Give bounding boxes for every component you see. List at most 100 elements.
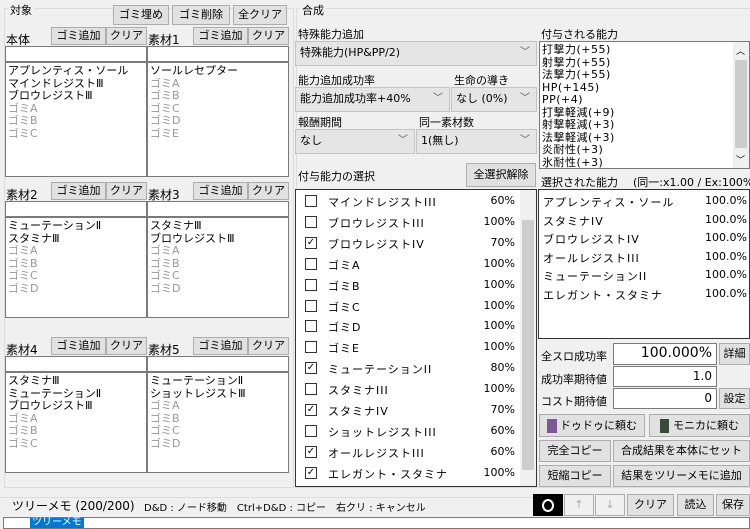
granted-scrollbar[interactable]: ︿ ﹀	[733, 42, 749, 168]
full-copy-button[interactable]: 完全コピー	[539, 440, 611, 462]
add-trash-button[interactable]: ゴミ追加	[193, 337, 248, 355]
slot-input[interactable]	[147, 46, 289, 62]
checkbox-icon[interactable]	[305, 257, 317, 270]
ability-option[interactable]: ✓ ブロウレジストIV 70%	[305, 233, 515, 253]
ability-option[interactable]: マインドレジストIII 60%	[305, 191, 515, 211]
slot-item[interactable]: ゴミD	[148, 282, 288, 296]
deselect-all-button[interactable]: 全選択解除	[466, 163, 536, 187]
checkbox-checked-icon[interactable]: ✓	[305, 362, 317, 375]
slot-input[interactable]	[5, 201, 147, 217]
scrollbar-thumb[interactable]	[522, 220, 534, 470]
selected-item[interactable]: スタミナIV 100.0%	[543, 213, 749, 232]
ability-option[interactable]: ブロウレジストIII 100%	[305, 212, 515, 232]
slot-clear-button[interactable]: クリア	[106, 337, 147, 355]
checkbox-icon[interactable]	[305, 320, 317, 333]
ask-monica-button[interactable]: モニカに頼む	[649, 414, 750, 437]
slot-item[interactable]: スタミナⅢ	[6, 374, 146, 388]
ability-option[interactable]: ゴミD 100%	[305, 316, 515, 336]
selected-item[interactable]: オールレジストIII 100.0%	[543, 250, 749, 269]
slot-item[interactable]: ミューテーションⅡ	[6, 219, 146, 233]
checkbox-checked-icon[interactable]: ✓	[305, 236, 317, 249]
slot-item[interactable]: ゴミC	[6, 437, 146, 451]
checkbox-icon[interactable]	[305, 299, 317, 312]
slot-item[interactable]: ゴミA	[6, 244, 146, 258]
ability-option[interactable]: スタミナIII 100%	[305, 379, 515, 399]
scrollbar-thumb[interactable]	[735, 60, 747, 148]
slot-item[interactable]: ゴミA	[148, 244, 288, 258]
ability-option[interactable]: ゴミA 100%	[305, 254, 515, 274]
slot-clear-button[interactable]: クリア	[106, 182, 147, 200]
delete-trash-button[interactable]: ゴミ削除	[172, 5, 230, 25]
short-copy-button[interactable]: 短縮コピー	[539, 465, 611, 487]
reward-select[interactable]: なし ﹀	[295, 129, 415, 154]
checkbox-checked-icon[interactable]: ✓	[305, 445, 317, 458]
scroll-down-icon[interactable]: ﹀	[736, 153, 745, 166]
slot-clear-button[interactable]: クリア	[248, 27, 289, 45]
slot-item[interactable]: ゴミC	[6, 127, 146, 141]
add-trash-button[interactable]: ゴミ追加	[193, 182, 248, 200]
slot-list[interactable]: スタミナⅢ ミューテーションⅡ ブロウレジストⅢ ゴミA ゴミB ゴミC	[5, 372, 147, 473]
slot-input[interactable]	[147, 201, 289, 217]
detail-button[interactable]: 詳細	[719, 343, 750, 365]
checkbox-icon[interactable]	[305, 341, 317, 354]
slot-input[interactable]	[5, 46, 147, 62]
slot-item[interactable]: スタミナⅢ	[148, 219, 288, 233]
slot-input[interactable]	[147, 356, 289, 372]
camera-icon[interactable]	[533, 494, 563, 516]
add-trash-button[interactable]: ゴミ追加	[193, 27, 248, 45]
slot-item[interactable]: ゴミB	[6, 114, 146, 128]
slot-list[interactable]: ミューテーションⅡ ショットレジストⅢ ゴミA ゴミB ゴミC ゴミD	[147, 372, 289, 473]
slot-item[interactable]: ゴミC	[148, 424, 288, 438]
slot-input[interactable]	[5, 356, 147, 372]
slot-clear-button[interactable]: クリア	[248, 182, 289, 200]
add-tree-button[interactable]: 結果をツリーメモに追加	[613, 465, 750, 487]
move-up-button[interactable]: ↑	[564, 494, 594, 516]
selected-item[interactable]: エレガント・スタミナ 100.0%	[543, 287, 749, 306]
tree-load-button[interactable]: 読込	[677, 494, 714, 516]
slot-item[interactable]: ゴミB	[6, 424, 146, 438]
slot-item[interactable]: アプレンティス・ソール	[6, 64, 146, 78]
tree-node-root[interactable]: ツリーメモ	[30, 518, 84, 528]
ability-option[interactable]: ✓ ミューテーションII 80%	[305, 358, 515, 378]
checkbox-checked-icon[interactable]: ✓	[305, 404, 317, 416]
slot-item[interactable]: ミューテーションⅡ	[148, 374, 288, 388]
same-select[interactable]: 1(無し) ﹀	[416, 129, 537, 154]
slot-item[interactable]: ゴミE	[148, 127, 288, 141]
checkbox-icon[interactable]	[305, 215, 317, 228]
tree-view[interactable]: ツリーメモ	[3, 517, 750, 529]
slot-item[interactable]: ゴミC	[6, 269, 146, 283]
special-select[interactable]: 特殊能力(HP&PP/2) ﹀	[295, 41, 537, 66]
fill-trash-button[interactable]: ゴミ埋め	[113, 5, 169, 25]
add-trash-button[interactable]: ゴミ追加	[51, 337, 106, 355]
scroll-up-icon[interactable]: ︿	[736, 44, 745, 57]
checkbox-icon[interactable]	[305, 424, 317, 437]
ability-option[interactable]: ゴミB 100%	[305, 275, 515, 295]
slot-item[interactable]: ゴミD	[6, 282, 146, 296]
checkbox-checked-icon[interactable]: ✓	[305, 466, 317, 479]
ability-option[interactable]: ✓ オールレジストIII 60%	[305, 442, 515, 462]
slot-item[interactable]: ゴミD	[148, 437, 288, 451]
slot-list[interactable]: ソールレセプター ゴミA ゴミB ゴミC ゴミD ゴミE	[147, 62, 289, 177]
ability-option[interactable]: ゴミC 100%	[305, 296, 515, 316]
clear-all-button[interactable]: 全クリア	[233, 5, 287, 25]
slot-clear-button[interactable]: クリア	[106, 27, 147, 45]
slot-clear-button[interactable]: クリア	[248, 337, 289, 355]
slot-item[interactable]: ソールレセプター	[148, 64, 288, 78]
ability-option[interactable]: ゴミE 100%	[305, 337, 515, 357]
slot-item[interactable]: ゴミC	[148, 269, 288, 283]
add-trash-button[interactable]: ゴミ追加	[51, 182, 106, 200]
ability-option[interactable]: ✓ スタミナIV 70%	[305, 400, 515, 420]
checkbox-icon[interactable]	[305, 278, 317, 291]
slot-list[interactable]: アプレンティス・ソール マインドレジストⅢ ブロウレジストⅢ ゴミA ゴミB ゴミC	[5, 62, 147, 177]
settings-button[interactable]: 設定	[719, 388, 750, 409]
ask-dudu-button[interactable]: ドゥドゥに頼む	[539, 414, 645, 437]
checkbox-icon[interactable]	[305, 383, 317, 396]
set-result-button[interactable]: 合成結果を本体にセット	[613, 440, 750, 462]
slot-item[interactable]: ブロウレジストⅢ	[6, 89, 146, 103]
ability-option[interactable]: ショットレジストIII 60%	[305, 421, 515, 441]
slot-item[interactable]: ゴミA	[148, 399, 288, 413]
tree-clear-button[interactable]: クリア	[627, 494, 674, 516]
move-down-button[interactable]: ↓	[595, 494, 625, 516]
selected-item[interactable]: ブロウレジストIV 100.0%	[543, 231, 749, 250]
slot-item[interactable]: ゴミB	[148, 89, 288, 103]
